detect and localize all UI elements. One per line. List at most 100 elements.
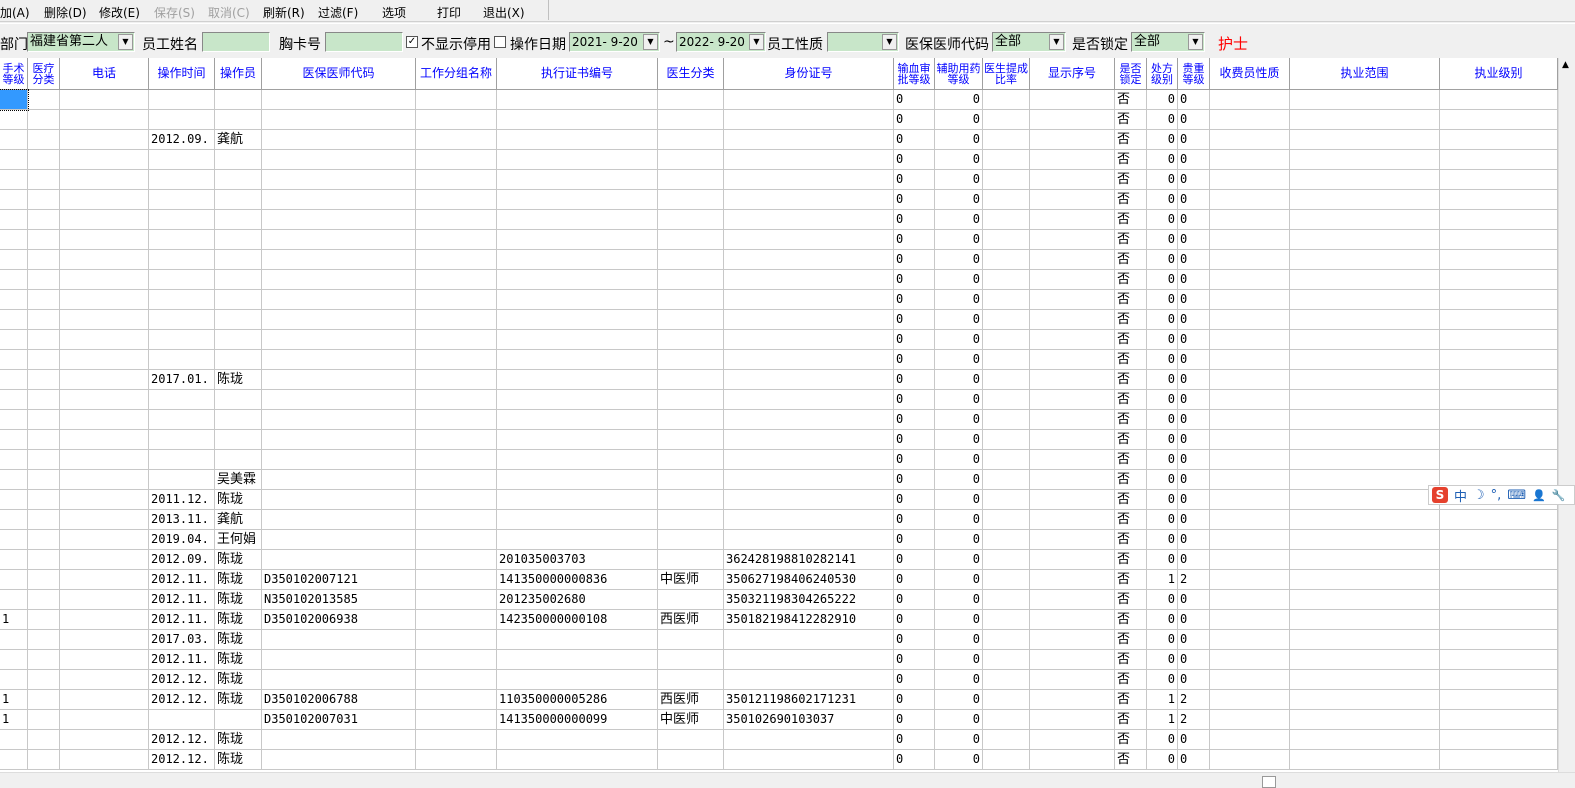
cell-practice-scope[interactable] — [1290, 110, 1440, 130]
cell-commission-rate[interactable] — [983, 570, 1030, 590]
cell-commission-rate[interactable] — [983, 350, 1030, 370]
cell-display-order[interactable] — [1030, 650, 1115, 670]
cell-is-locked[interactable]: 否 — [1115, 510, 1147, 530]
cell-transfusion-level[interactable]: 0 — [894, 470, 935, 490]
cell-group-name[interactable] — [416, 670, 497, 690]
cell-surgery-level[interactable] — [0, 630, 28, 650]
cell-cashier-nature[interactable] — [1210, 230, 1290, 250]
cell-group-name[interactable] — [416, 190, 497, 210]
cell-aux-drug-level[interactable]: 0 — [935, 710, 983, 730]
cell-practice-level[interactable] — [1440, 570, 1558, 590]
cell-transfusion-level[interactable]: 0 — [894, 310, 935, 330]
cell-certificate-no[interactable]: 201235002680 — [497, 590, 658, 610]
column-header-is-locked[interactable]: 是否锁定 — [1115, 58, 1147, 90]
cell-surgery-level[interactable] — [0, 310, 28, 330]
cell-phone[interactable] — [60, 230, 149, 250]
cell-medical-class[interactable] — [28, 250, 60, 270]
table-row[interactable]: 2012.12. 陈珑 0 0 否 0 0 — [0, 750, 1558, 770]
cell-insurance-code[interactable] — [262, 430, 416, 450]
cell-cashier-nature[interactable] — [1210, 330, 1290, 350]
cell-medical-class[interactable] — [28, 510, 60, 530]
table-row[interactable]: 2012.12. 陈珑 0 0 否 0 0 — [0, 730, 1558, 750]
cell-medical-class[interactable] — [28, 670, 60, 690]
cell-group-name[interactable] — [416, 270, 497, 290]
cell-commission-rate[interactable] — [983, 250, 1030, 270]
cell-op-time[interactable]: 2012.12. — [149, 670, 215, 690]
hide-disabled-checkbox[interactable]: ✓ — [406, 36, 418, 48]
cell-group-name[interactable] — [416, 570, 497, 590]
table-row[interactable]: 00否00 — [0, 170, 1558, 190]
table-row[interactable]: 00否00 — [0, 390, 1558, 410]
cell-insurance-code[interactable] — [262, 390, 416, 410]
cell-doctor-class[interactable] — [658, 250, 724, 270]
cell-practice-level[interactable] — [1440, 730, 1558, 750]
cell-group-name[interactable] — [416, 550, 497, 570]
cell-doctor-class[interactable] — [658, 310, 724, 330]
cell-display-order[interactable] — [1030, 570, 1115, 590]
cell-id-number[interactable] — [724, 750, 894, 770]
cell-doctor-class[interactable] — [658, 130, 724, 150]
cell-aux-drug-level[interactable]: 0 — [935, 330, 983, 350]
cell-insurance-code[interactable] — [262, 210, 416, 230]
cell-id-number[interactable]: 350102690103037 — [724, 710, 894, 730]
cell-insurance-code[interactable] — [262, 370, 416, 390]
cell-cashier-nature[interactable] — [1210, 310, 1290, 330]
cell-certificate-no[interactable] — [497, 490, 658, 510]
chevron-down-icon[interactable]: ▼ — [118, 34, 133, 50]
cell-is-locked[interactable]: 否 — [1115, 570, 1147, 590]
cell-practice-scope[interactable] — [1290, 690, 1440, 710]
cell-surgery-level[interactable] — [0, 170, 28, 190]
cell-prescription-level[interactable]: 0 — [1147, 110, 1178, 130]
column-header-surgery-level[interactable]: 手术等级 — [0, 58, 28, 90]
cell-is-locked[interactable]: 否 — [1115, 250, 1147, 270]
cell-practice-scope[interactable] — [1290, 530, 1440, 550]
sogou-logo-icon[interactable]: S — [1432, 487, 1448, 503]
table-row[interactable]: 00否00 — [0, 330, 1558, 350]
cell-cashier-nature[interactable] — [1210, 290, 1290, 310]
cell-certificate-no[interactable] — [497, 230, 658, 250]
cell-group-name[interactable] — [416, 650, 497, 670]
cell-operator[interactable]: 龚航 — [215, 510, 262, 530]
toolbar-button-0[interactable]: 加(A) — [0, 4, 30, 21]
cell-precious-level[interactable]: 0 — [1178, 470, 1210, 490]
cell-id-number[interactable] — [724, 510, 894, 530]
cell-transfusion-level[interactable]: 0 — [894, 450, 935, 470]
cell-practice-level[interactable] — [1440, 310, 1558, 330]
vertical-scrollbar[interactable]: ▲ — [1558, 58, 1575, 772]
cell-commission-rate[interactable] — [983, 330, 1030, 350]
cell-group-name[interactable] — [416, 290, 497, 310]
cell-practice-level[interactable] — [1440, 230, 1558, 250]
cell-practice-scope[interactable] — [1290, 710, 1440, 730]
cell-doctor-class[interactable] — [658, 390, 724, 410]
cell-cashier-nature[interactable] — [1210, 250, 1290, 270]
cell-is-locked[interactable]: 否 — [1115, 650, 1147, 670]
cell-medical-class[interactable] — [28, 350, 60, 370]
cell-surgery-level[interactable] — [0, 350, 28, 370]
cell-display-order[interactable] — [1030, 150, 1115, 170]
cell-operator[interactable]: 陈珑 — [215, 690, 262, 710]
cell-insurance-code[interactable] — [262, 510, 416, 530]
cell-display-order[interactable] — [1030, 430, 1115, 450]
cell-doctor-class[interactable] — [658, 210, 724, 230]
cell-is-locked[interactable]: 否 — [1115, 290, 1147, 310]
cell-id-number[interactable] — [724, 150, 894, 170]
scroll-thumb[interactable] — [1262, 776, 1276, 788]
column-header-op-time[interactable]: 操作时间 — [149, 58, 215, 90]
cell-surgery-level[interactable] — [0, 670, 28, 690]
cell-practice-level[interactable] — [1440, 550, 1558, 570]
table-row[interactable]: 00否00 — [0, 350, 1558, 370]
cell-doctor-class[interactable] — [658, 270, 724, 290]
cell-is-locked[interactable]: 否 — [1115, 590, 1147, 610]
toolbar-button-6[interactable]: 过滤(F) — [318, 4, 358, 21]
cell-practice-level[interactable] — [1440, 670, 1558, 690]
cell-practice-level[interactable] — [1440, 690, 1558, 710]
cell-op-time[interactable]: 2012.09. — [149, 550, 215, 570]
cell-insurance-code[interactable] — [262, 650, 416, 670]
cell-display-order[interactable] — [1030, 490, 1115, 510]
cell-display-order[interactable] — [1030, 330, 1115, 350]
cell-group-name[interactable] — [416, 110, 497, 130]
cell-precious-level[interactable]: 0 — [1178, 230, 1210, 250]
cell-insurance-code[interactable] — [262, 730, 416, 750]
cell-display-order[interactable] — [1030, 670, 1115, 690]
cell-insurance-code[interactable] — [262, 450, 416, 470]
